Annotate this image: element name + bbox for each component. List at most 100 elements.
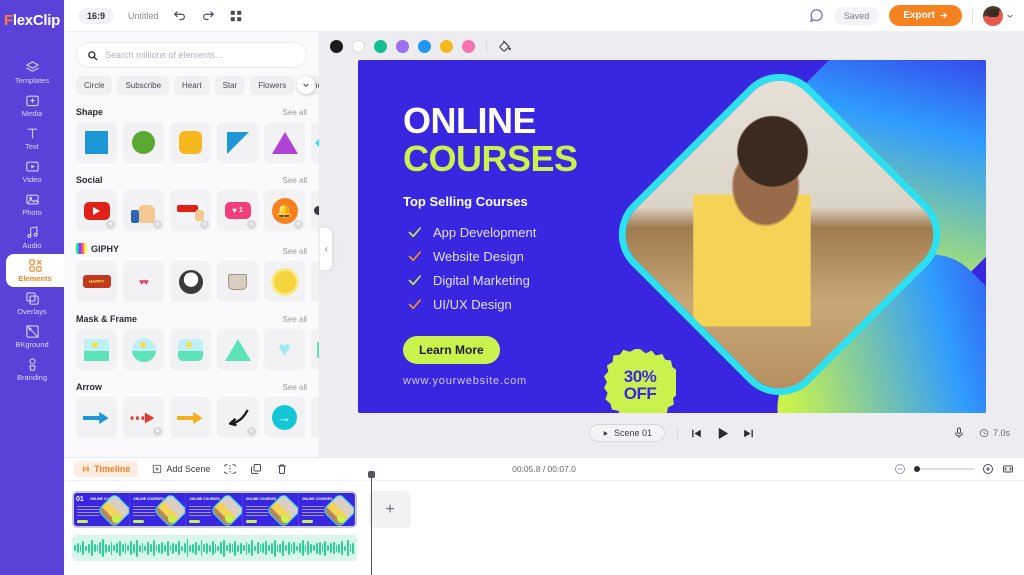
canvas-url[interactable]: www.yourwebsite.com — [403, 375, 527, 387]
skip-next-icon[interactable] — [742, 427, 755, 440]
mask-circle-photo[interactable] — [123, 329, 164, 370]
canvas-subtitle[interactable]: Top Selling Courses — [403, 194, 528, 209]
sidebar-item-branding[interactable]: Branding — [0, 353, 64, 386]
color-swatch-2[interactable] — [374, 39, 387, 53]
zoom-slider-knob[interactable] — [914, 465, 920, 472]
sidebar-item-elements[interactable]: Elements — [6, 254, 64, 287]
sidebar-item-text[interactable]: Text — [0, 122, 64, 155]
color-swatch-5[interactable] — [440, 39, 453, 53]
color-swatch-3[interactable] — [396, 39, 409, 53]
search-box[interactable] — [76, 42, 307, 68]
add-scene-tile[interactable]: + — [369, 491, 411, 528]
grid-icon[interactable] — [229, 9, 243, 23]
giphy-coffee-mug[interactable] — [217, 261, 258, 302]
playhead[interactable] — [368, 471, 375, 575]
mask-more[interactable] — [311, 329, 319, 370]
trash-icon[interactable] — [276, 463, 288, 475]
timeline-tab[interactable]: Timeline — [74, 461, 139, 477]
paint-bucket-icon[interactable] — [498, 39, 512, 53]
duplicate-icon[interactable] — [250, 463, 262, 475]
sidebar-item-overlays[interactable]: Overlays — [0, 287, 64, 320]
comment-icon[interactable] — [809, 8, 824, 23]
add-scene-button[interactable]: Add Scene — [152, 464, 210, 474]
redo-icon[interactable] — [201, 9, 215, 23]
video-canvas[interactable]: ONLINE COURSES Top Selling Courses App D… — [358, 60, 986, 413]
video-clip-strip[interactable]: 01 ONLINE COURSES ONLINE COURSES ONLINE COU… — [72, 491, 357, 528]
color-swatch-6[interactable] — [462, 39, 475, 53]
user-menu[interactable] — [983, 5, 1014, 26]
color-swatch-1[interactable] — [352, 39, 365, 53]
filter-chip-subscribe[interactable]: Subscribe — [117, 76, 170, 95]
arrow-solid-yellow[interactable] — [170, 397, 211, 438]
export-button[interactable]: Export — [889, 5, 962, 26]
social-like-bubble[interactable]: ♥ 1 ✦ — [217, 190, 258, 231]
canvas-heading[interactable]: ONLINE COURSES — [403, 102, 578, 178]
zoom-slider[interactable] — [914, 465, 974, 472]
social-more[interactable] — [311, 190, 319, 231]
arrow-curved-black[interactable]: ✦ — [217, 397, 258, 438]
arrow-dashed-red[interactable]: ✦ — [123, 397, 164, 438]
saved-status[interactable]: Saved — [833, 6, 880, 25]
shape-circle[interactable] — [123, 122, 164, 163]
sidebar-item-photo[interactable]: Photo — [0, 188, 64, 221]
fit-to-screen-icon[interactable] — [1002, 463, 1014, 475]
search-input[interactable] — [105, 50, 296, 60]
see-all-giphy[interactable]: See all — [283, 247, 307, 256]
color-swatch-4[interactable] — [418, 39, 431, 53]
sidebar-item-audio[interactable]: Audio — [0, 221, 64, 254]
app-logo[interactable]: FlexClip — [4, 8, 60, 32]
social-thumbs-up[interactable]: ✦ — [123, 190, 164, 231]
shape-rounded-square[interactable] — [170, 122, 211, 163]
filter-chip-circle[interactable]: Circle — [76, 76, 113, 95]
split-icon[interactable] — [224, 463, 237, 475]
social-bell[interactable]: 🔔 ✦ — [264, 190, 305, 231]
course-list-item[interactable]: App Development — [407, 220, 536, 244]
sidebar-item-video[interactable]: Video — [0, 155, 64, 188]
shape-triangle[interactable] — [264, 122, 305, 163]
filter-chip-heart[interactable]: Heart — [174, 76, 210, 95]
microphone-icon[interactable] — [953, 427, 965, 439]
undo-icon[interactable] — [173, 9, 187, 23]
shape-triangle-right[interactable] — [217, 122, 258, 163]
arrow-circle-cyan[interactable]: → — [264, 397, 305, 438]
giphy-more[interactable] — [311, 261, 319, 302]
zoom-out-icon[interactable] — [894, 463, 906, 475]
audio-track[interactable] — [72, 535, 357, 561]
course-list-item[interactable]: Website Design — [407, 244, 536, 268]
sidebar-item-media[interactable]: Media — [0, 89, 64, 122]
see-all-arrow[interactable]: See all — [283, 383, 307, 392]
learn-more-button[interactable]: Learn More — [403, 336, 500, 364]
social-subscribe-click[interactable]: ✦ — [170, 190, 211, 231]
color-swatch-0[interactable] — [330, 39, 343, 53]
arrow-solid-blue[interactable] — [76, 397, 117, 438]
course-list-item[interactable]: Digital Marketing — [407, 268, 536, 292]
play-icon[interactable] — [715, 426, 730, 441]
mask-heart-photo[interactable]: ♥ — [264, 329, 305, 370]
mask-triangle-photo[interactable] — [217, 329, 258, 370]
discount-badge[interactable]: 30% OFF — [604, 349, 676, 413]
giphy-sun[interactable] — [264, 261, 305, 302]
course-list-item[interactable]: UI/UX Design — [407, 292, 536, 316]
shape-square[interactable] — [76, 122, 117, 163]
shape-more[interactable] — [311, 122, 319, 163]
project-title[interactable]: Untitled — [128, 11, 159, 21]
zoom-in-icon[interactable] — [982, 463, 994, 475]
mask-square-photo[interactable] — [76, 329, 117, 370]
giphy-hearts[interactable]: ♥♥ — [123, 261, 164, 302]
mask-rounded-photo[interactable] — [170, 329, 211, 370]
skip-previous-icon[interactable] — [690, 427, 703, 440]
arrow-more[interactable] — [311, 397, 319, 438]
see-all-social[interactable]: See all — [283, 176, 307, 185]
see-all-mask-frame[interactable]: See all — [283, 315, 307, 324]
giphy-happy-banner[interactable]: HAPPY — [76, 261, 117, 302]
scene-selector[interactable]: Scene 01 — [588, 424, 666, 442]
sidebar-item-bkground[interactable]: BKground — [0, 320, 64, 353]
aspect-ratio-badge[interactable]: 16:9 — [78, 7, 115, 24]
filter-chip-flowers[interactable]: Flowers — [250, 76, 295, 95]
see-all-shape[interactable]: See all — [283, 108, 307, 117]
filter-chip-star[interactable]: Star — [214, 76, 246, 95]
giphy-dog[interactable] — [170, 261, 211, 302]
panel-collapse-handle[interactable] — [320, 228, 332, 270]
social-youtube[interactable]: ✦ — [76, 190, 117, 231]
chips-expand-button[interactable] — [297, 76, 315, 94]
